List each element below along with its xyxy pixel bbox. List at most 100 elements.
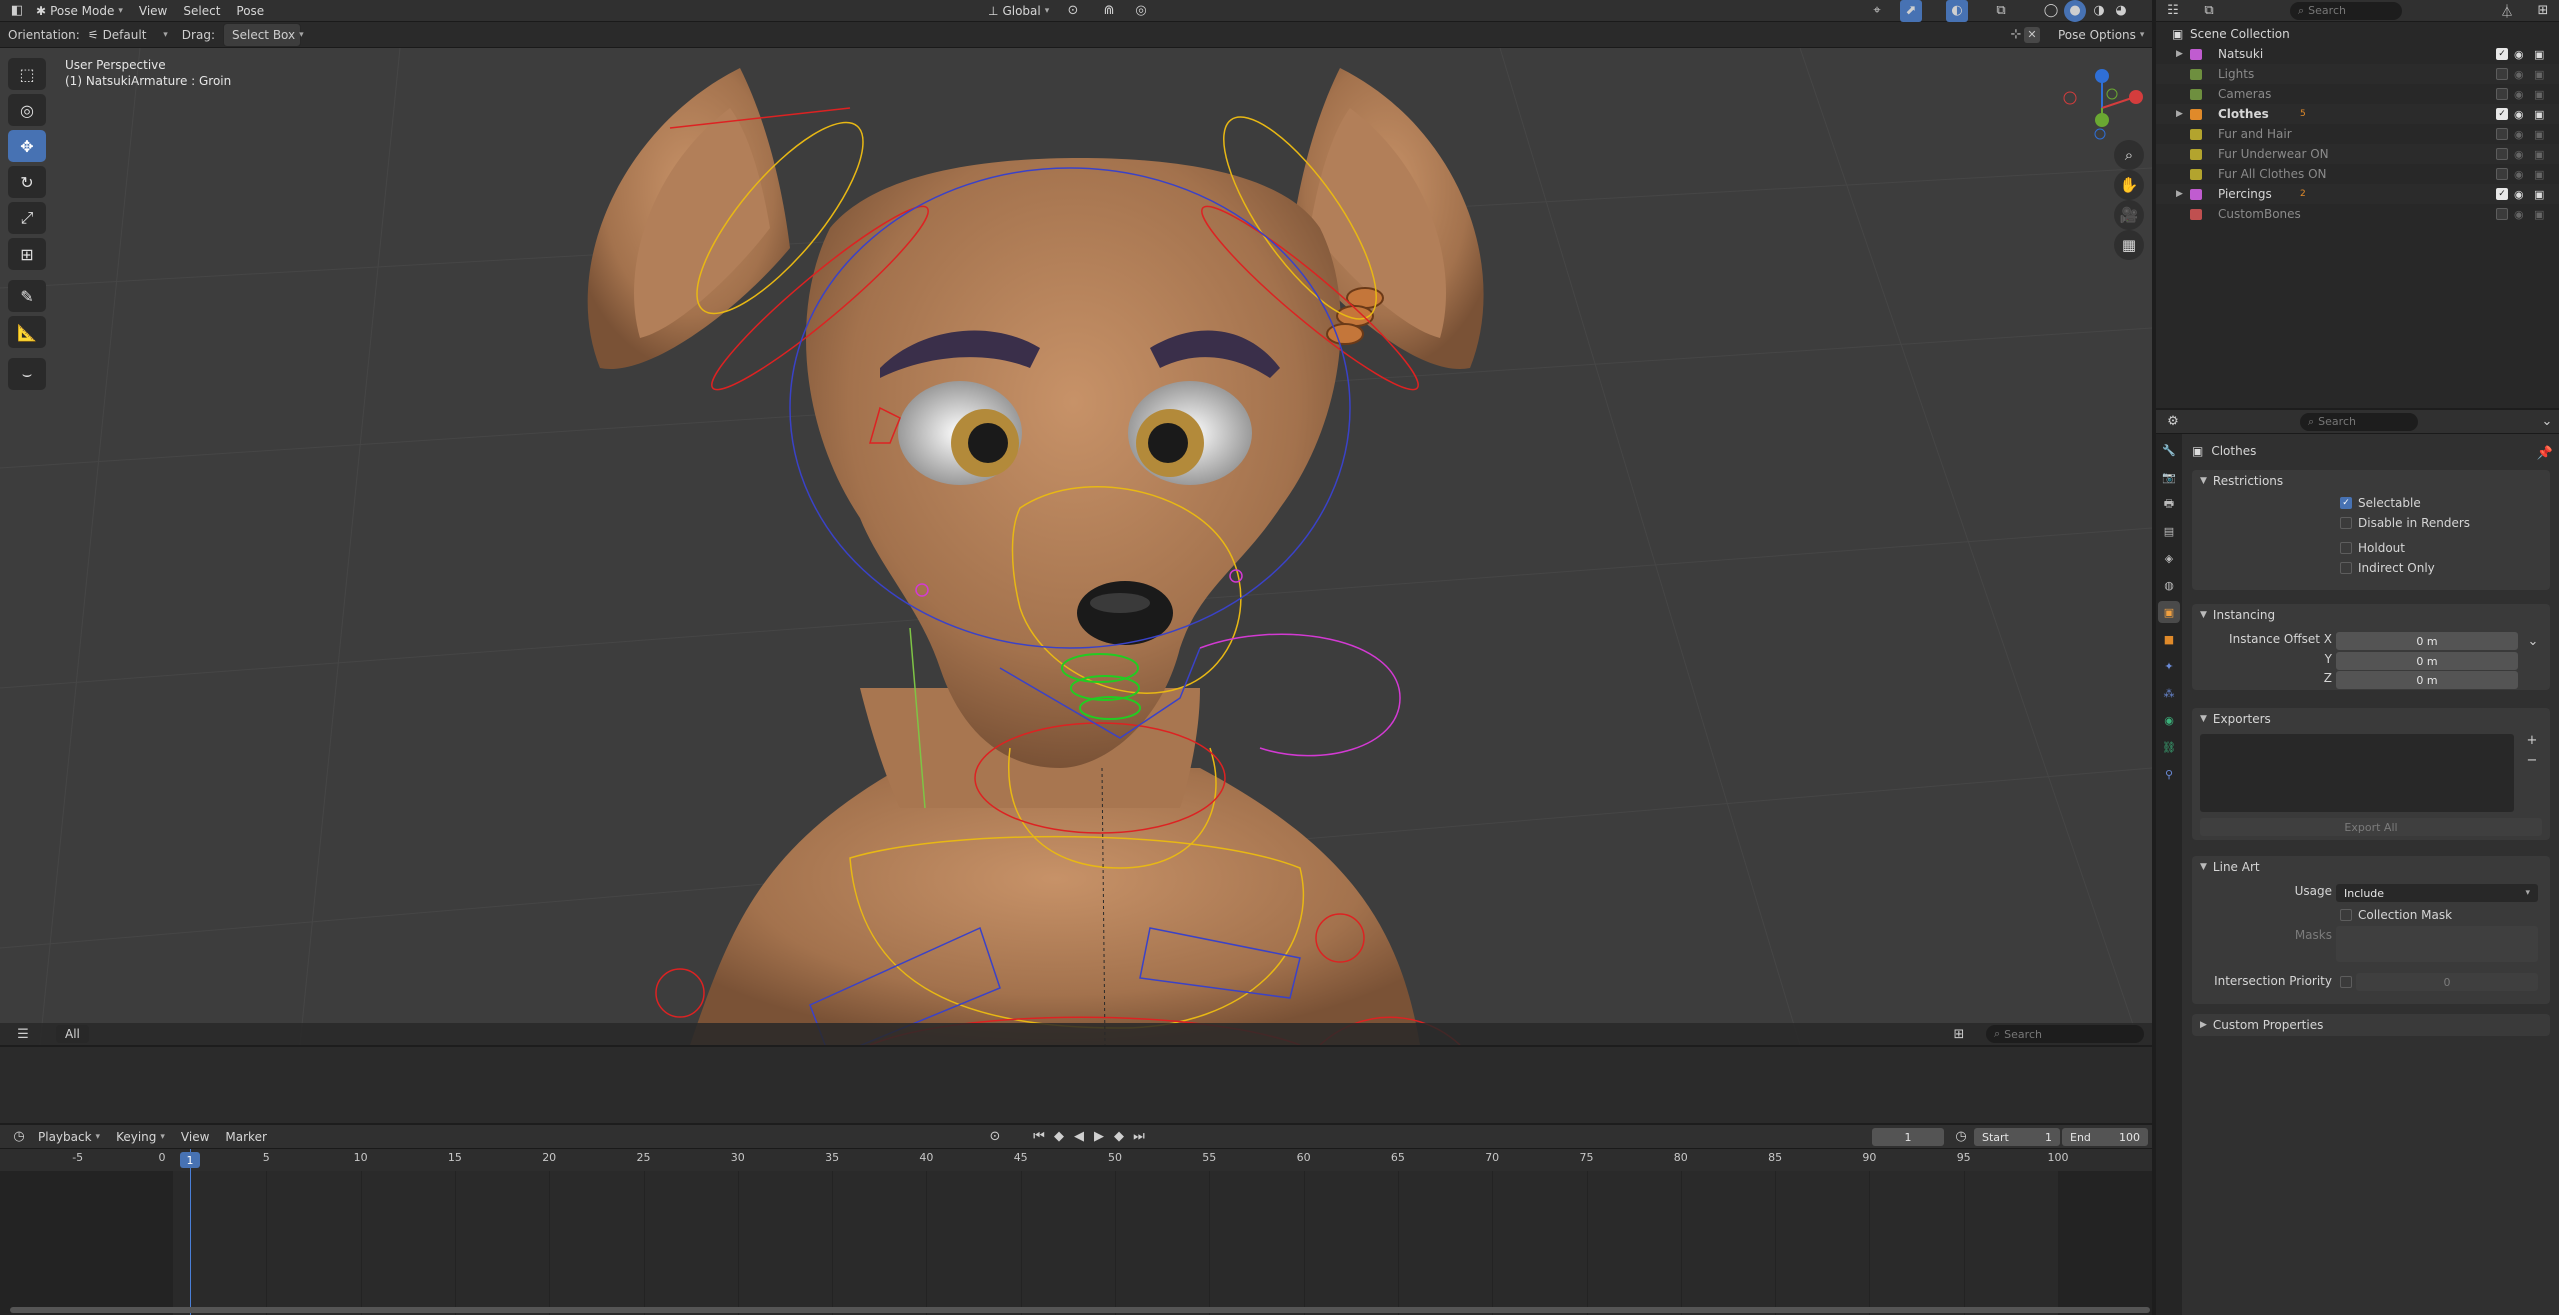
overlay-active-icon[interactable]: ⬈ <box>1900 0 1922 22</box>
eye-icon[interactable]: ◉ <box>2514 168 2524 181</box>
exclude-checkbox[interactable] <box>2496 88 2508 100</box>
chevron-right-icon[interactable]: ▶ <box>2176 189 2183 199</box>
chevron-down-icon[interactable]: ⌄ <box>2522 630 2544 652</box>
exclude-checkbox[interactable]: ✓ <box>2496 188 2508 200</box>
display-mode-icon[interactable]: ⊞ <box>1948 1023 1970 1045</box>
particles-tab-icon[interactable]: ⁂ <box>2158 682 2180 704</box>
viewport-gizmo-icon[interactable]: ⌖ <box>1866 0 1888 22</box>
record-icon[interactable]: ⊙ <box>984 1126 1006 1148</box>
view-layer-tab-icon[interactable]: ▤ <box>2158 520 2180 542</box>
render-camera-icon[interactable]: ▣ <box>2534 148 2544 161</box>
exporters-header[interactable]: ▼ Exporters <box>2192 708 2550 730</box>
collection-tab-icon[interactable]: ▣ <box>2158 601 2180 623</box>
chevron-right-icon[interactable]: ▶ <box>2176 49 2183 59</box>
holdout-checkbox[interactable]: Holdout <box>2340 541 2405 555</box>
scale-tool[interactable]: ⤢ <box>8 202 46 234</box>
chevron-right-icon[interactable]: ▶ <box>2176 109 2183 119</box>
end-frame-field[interactable]: End 100 <box>2062 1128 2148 1146</box>
rotate-tool[interactable]: ↻ <box>8 166 46 198</box>
usage-dropdown[interactable]: Include ▾ <box>2336 884 2538 902</box>
measure-tool[interactable]: 📐 <box>8 316 46 348</box>
playback-menu[interactable]: Playback ▾ <box>30 1125 108 1149</box>
output-tab-icon[interactable]: 🖶 <box>2158 493 2180 515</box>
3d-viewport[interactable]: User Perspective (1) NatsukiArmature : G… <box>0 48 2152 1045</box>
next-keyframe-icon[interactable]: ◆ <box>1108 1126 1130 1148</box>
current-frame-field[interactable]: 1 <box>1872 1128 1944 1146</box>
exclude-checkbox[interactable] <box>2496 208 2508 220</box>
outliner-item[interactable]: ▶ Piercings 2 ✓ ◉ ▣ <box>2156 184 2559 204</box>
world-tab-icon[interactable]: ◍ <box>2158 574 2180 596</box>
intersection-priority-field[interactable]: 0 <box>2356 973 2538 991</box>
exporters-list[interactable] <box>2200 734 2514 812</box>
hamburger-icon[interactable]: ☰ <box>12 1023 34 1045</box>
instance-offset-z-field[interactable]: 0 m <box>2336 671 2518 689</box>
snap-icon[interactable]: ⋒ <box>1098 0 1120 22</box>
transform-orientation[interactable]: ⊥ Global ▾ <box>980 0 1057 23</box>
chevron-down-icon[interactable]: ⌄ <box>2536 411 2558 433</box>
ortho-grid-icon[interactable]: ▦ <box>2114 230 2144 260</box>
eye-icon[interactable]: ◉ <box>2514 188 2524 201</box>
wireframe-shading-icon[interactable]: ◯ <box>2040 0 2062 22</box>
render-camera-icon[interactable]: ▣ <box>2534 88 2544 101</box>
eye-icon[interactable]: ◉ <box>2514 128 2524 141</box>
filter-icon[interactable]: ⏃ <box>2496 0 2518 22</box>
restrictions-header[interactable]: ▼ Restrictions <box>2192 470 2550 492</box>
properties-search[interactable]: ⌕ Search <box>2300 412 2418 431</box>
proportional-icon[interactable]: ◎ <box>1130 0 1152 22</box>
menu-select[interactable]: Select <box>175 0 228 23</box>
pose-options-dropdown[interactable]: Pose Options ▾ <box>2050 23 2152 47</box>
view-menu[interactable]: View <box>173 1125 217 1149</box>
drag-dropdown[interactable]: Select Box ▾ <box>222 22 304 47</box>
render-camera-icon[interactable]: ▣ <box>2534 208 2544 221</box>
editor-type-icon[interactable]: ☷ <box>2162 0 2184 22</box>
start-frame-field[interactable]: Start 1 <box>1974 1128 2060 1146</box>
play-reverse-icon[interactable]: ◀ <box>1068 1126 1090 1148</box>
timeline-scrollbar[interactable] <box>10 1307 2150 1313</box>
editor-type-icon[interactable]: ◷ <box>8 1126 30 1148</box>
exclude-checkbox[interactable] <box>2496 68 2508 80</box>
new-collection-icon[interactable]: ⊞ <box>2532 0 2554 22</box>
render-camera-icon[interactable]: ▣ <box>2534 108 2544 121</box>
eye-icon[interactable]: ◉ <box>2514 148 2524 161</box>
eye-icon[interactable]: ◉ <box>2514 48 2524 61</box>
select-box-tool[interactable]: ⬚ <box>8 58 46 90</box>
axis-gizmo[interactable] <box>2060 60 2146 146</box>
exclude-checkbox[interactable] <box>2496 168 2508 180</box>
close-icon[interactable]: ✕ <box>2024 26 2040 43</box>
scene-tab-icon[interactable]: ◈ <box>2158 547 2180 569</box>
orientation-dropdown[interactable]: ⚟ Default ▾ <box>80 23 176 47</box>
outliner-item[interactable]: Cameras ◉ ▣ <box>2156 84 2559 104</box>
keying-menu[interactable]: Keying ▾ <box>108 1125 173 1149</box>
playhead[interactable] <box>190 1149 191 1315</box>
cursor-tool[interactable]: ◎ <box>8 94 46 126</box>
outliner-item[interactable]: Fur and Hair ◉ ▣ <box>2156 124 2559 144</box>
prev-keyframe-icon[interactable]: ◆ <box>1048 1126 1070 1148</box>
outliner-item[interactable]: Fur Underwear ON ◉ ▣ <box>2156 144 2559 164</box>
pin-icon[interactable]: 📌 <box>2534 442 2556 464</box>
selectable-checkbox[interactable]: ✓ Selectable <box>2340 496 2421 510</box>
editor-type-icon[interactable]: ⚙ <box>2162 411 2184 433</box>
menu-view[interactable]: View <box>131 0 175 23</box>
material-shading-icon[interactable]: ◑ <box>2088 0 2110 22</box>
physics-tab-icon[interactable]: ◉ <box>2158 709 2180 731</box>
modifier-tab-icon[interactable]: ✦ <box>2158 655 2180 677</box>
remove-icon[interactable]: − <box>2524 752 2540 768</box>
editor-type-icon[interactable]: ◧ <box>6 0 28 22</box>
exclude-checkbox[interactable] <box>2496 148 2508 160</box>
exclude-checkbox[interactable]: ✓ <box>2496 48 2508 60</box>
indirect-only-checkbox[interactable]: Indirect Only <box>2340 561 2435 575</box>
annotate-tool[interactable]: ✎ <box>8 280 46 312</box>
camera-icon[interactable]: 🎥 <box>2114 200 2144 230</box>
render-camera-icon[interactable]: ▣ <box>2534 188 2544 201</box>
export-all-button[interactable]: Export All <box>2200 818 2542 836</box>
outliner-item[interactable]: CustomBones ◉ ▣ <box>2156 204 2559 224</box>
display-mode-icon[interactable]: ⧉ <box>2198 0 2220 22</box>
playhead-frame-badge[interactable]: 1 <box>180 1152 200 1168</box>
data-tab-icon[interactable]: ⚲ <box>2158 763 2180 785</box>
intersection-priority-checkbox[interactable] <box>2340 976 2352 988</box>
outliner-item[interactable]: ▶ Natsuki ✓ ◉ ▣ <box>2156 44 2559 64</box>
play-icon[interactable]: ▶ <box>1088 1126 1110 1148</box>
transform-tool[interactable]: ⊞ <box>8 238 46 270</box>
viewport-search[interactable]: ⌕ Search <box>1986 1025 2144 1043</box>
object-tab-icon[interactable]: ■ <box>2158 628 2180 650</box>
